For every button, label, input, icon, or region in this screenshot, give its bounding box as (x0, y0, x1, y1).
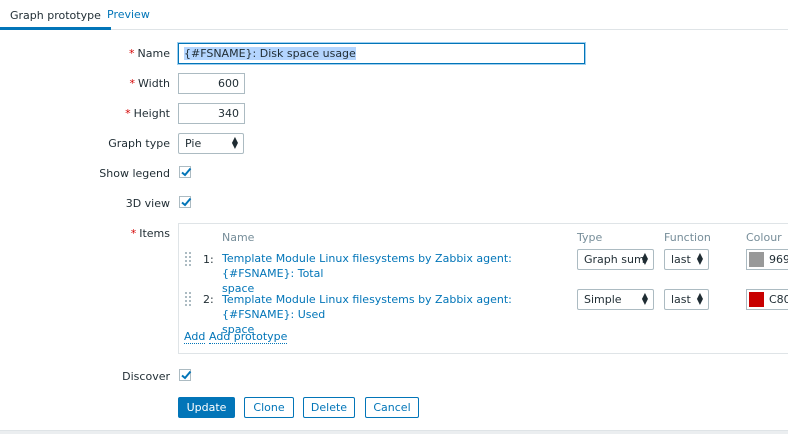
updown-arrow-icon: ▲ ▼ (641, 251, 648, 266)
updown-arrow-icon: ▲ ▼ (696, 251, 703, 266)
item-type-select[interactable]: Simple ▲ ▼ (577, 289, 654, 310)
colour-swatch[interactable] (749, 252, 764, 267)
graph-type-value: Pie (185, 137, 202, 150)
row-number: 1: (203, 253, 214, 266)
3d-view-label: 3D view (125, 197, 170, 210)
updown-arrow-icon: ▲ ▼ (641, 291, 648, 306)
width-label: * Width (129, 77, 170, 90)
update-button[interactable]: Update (178, 397, 235, 418)
colour-value: C80 (769, 293, 788, 306)
add-prototype-link[interactable]: Add prototype (209, 330, 288, 344)
show-legend-label: Show legend (99, 167, 170, 180)
show-legend-checkbox[interactable] (179, 166, 192, 178)
3d-view-checkbox[interactable] (179, 196, 192, 208)
tab-preview[interactable]: Preview (97, 0, 160, 30)
item-type-value: Simple (584, 293, 622, 306)
graph-prototype-panel: Graph prototype Preview * Name {#FSNAME}:… (0, 0, 788, 431)
colour-value: 9699 (769, 253, 788, 266)
clone-button[interactable]: Clone (244, 397, 294, 418)
item-function-value: last (671, 293, 691, 306)
item-type-select[interactable]: Graph sum ▲ ▼ (577, 249, 654, 270)
column-header-colour: Colour (746, 231, 782, 244)
column-header-type: Type (577, 231, 603, 244)
tab-bar: Graph prototype Preview (0, 0, 788, 30)
item-function-select[interactable]: last ▲ ▼ (664, 289, 709, 310)
discover-checkbox[interactable] (179, 369, 192, 381)
tab-graph-prototype[interactable]: Graph prototype (0, 0, 111, 30)
items-label: * Items (130, 227, 170, 240)
column-header-function: Function (664, 231, 711, 244)
checkmark-icon (181, 370, 192, 380)
checkmark-icon (181, 167, 192, 177)
checkmark-icon (181, 197, 192, 207)
item-colour-picker[interactable]: C80 (746, 289, 788, 310)
discover-label: Discover (122, 370, 170, 383)
item-colour-picker[interactable]: 9699 (746, 249, 788, 270)
item-name-link[interactable]: Template Module Linux filesystems by Zab… (222, 251, 572, 296)
add-item-link[interactable]: Add (184, 330, 206, 344)
updown-arrow-icon: ▲ ▼ (696, 291, 703, 306)
updown-arrow-icon: ▲ ▼ (231, 135, 238, 150)
drag-handle-icon[interactable] (185, 252, 191, 266)
items-table: Name Type Function Colour 1: Template Mo… (178, 223, 788, 354)
height-label: * Height (125, 107, 170, 120)
delete-button[interactable]: Delete (303, 397, 355, 418)
name-label: * Name (129, 47, 170, 60)
name-input-value: {#FSNAME}: Disk space usage (184, 47, 356, 60)
item-function-select[interactable]: last ▲ ▼ (664, 249, 709, 270)
colour-swatch[interactable] (749, 292, 764, 307)
drag-handle-icon[interactable] (185, 292, 191, 306)
cancel-button[interactable]: Cancel (365, 397, 419, 418)
row-number: 2: (203, 293, 214, 306)
item-function-value: last (671, 253, 691, 266)
graph-type-label: Graph type (108, 137, 170, 150)
column-header-name: Name (222, 231, 255, 244)
graph-type-select[interactable]: Pie ▲ ▼ (178, 133, 244, 154)
name-input[interactable]: {#FSNAME}: Disk space usage (177, 42, 586, 65)
item-type-value: Graph sum (584, 253, 645, 266)
height-input[interactable]: 340 (178, 103, 245, 124)
width-input[interactable]: 600 (178, 73, 245, 94)
